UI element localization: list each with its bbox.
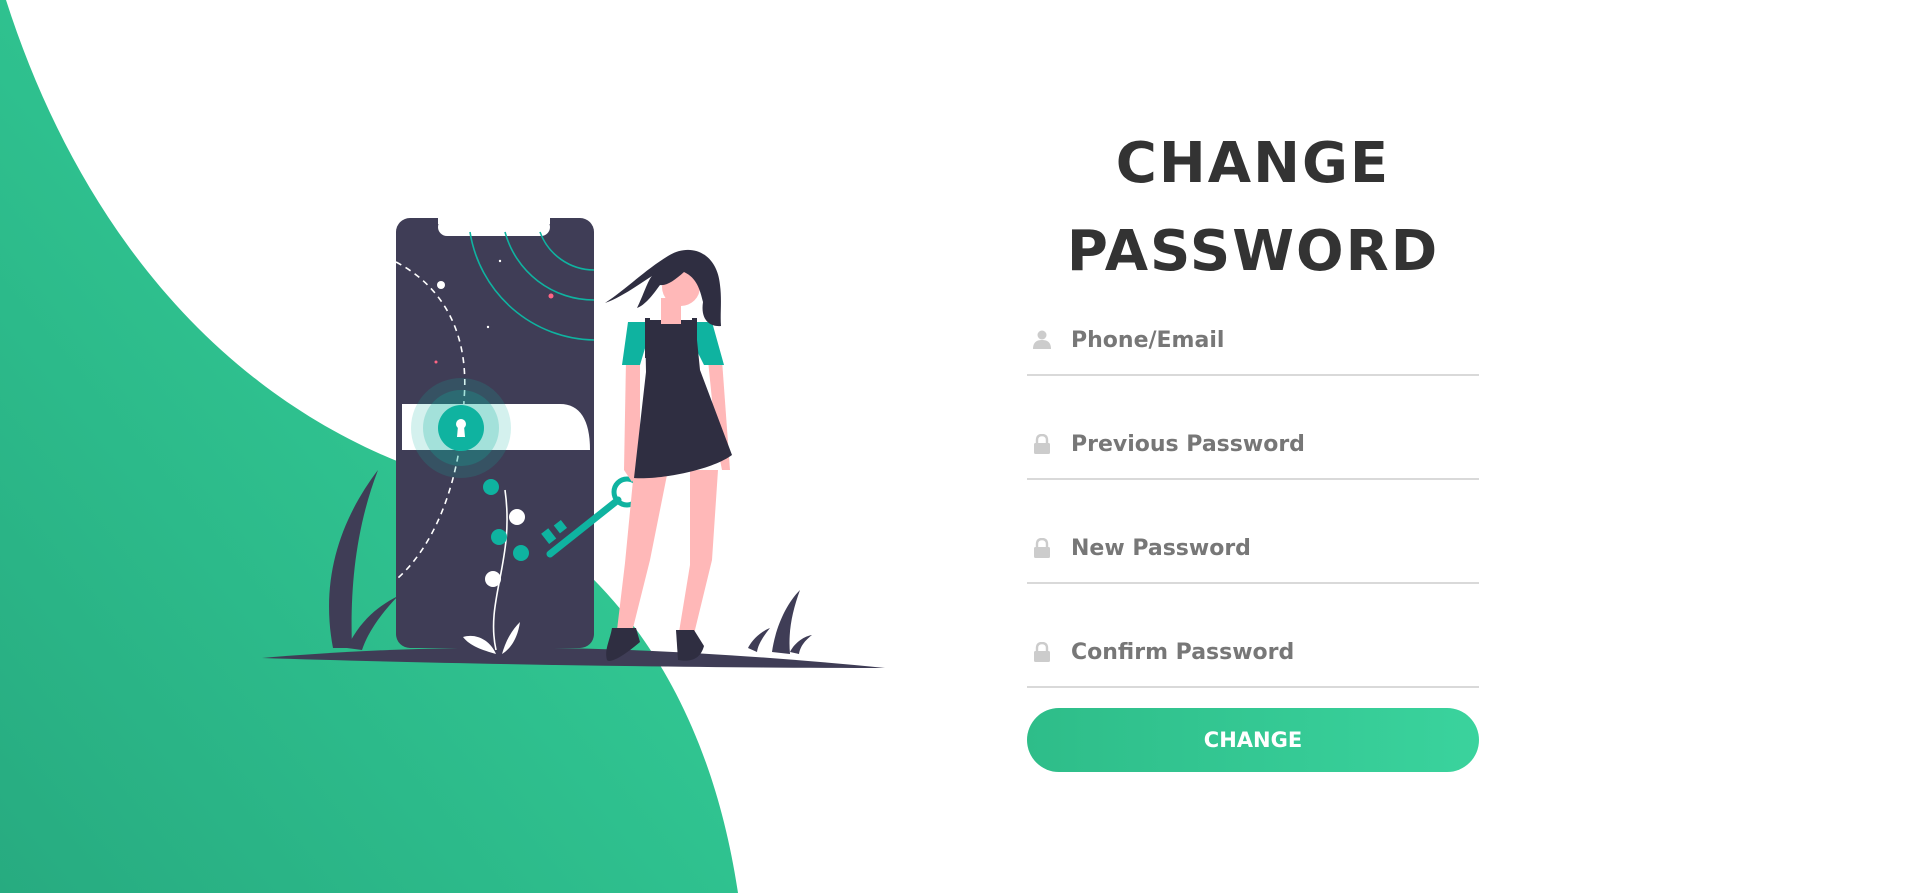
lock-icon bbox=[1034, 434, 1050, 454]
woman-illustration bbox=[605, 249, 732, 661]
previous-password-input[interactable] bbox=[1071, 431, 1451, 457]
change-button[interactable]: CHANGE bbox=[1027, 708, 1479, 772]
illustration bbox=[262, 214, 885, 668]
user-icon bbox=[1033, 330, 1051, 349]
lock-icon bbox=[1034, 538, 1050, 558]
phone-email-input[interactable] bbox=[1071, 327, 1451, 353]
new-password-field bbox=[1027, 514, 1479, 584]
lock-icon bbox=[1034, 642, 1050, 662]
change-password-form: CHANGE PASSWORD Phone/Email CHANGE bbox=[1027, 120, 1479, 772]
change-password-page: CHANGE PASSWORD Phone/Email CHANGE bbox=[0, 0, 1915, 893]
page-title: CHANGE PASSWORD bbox=[1027, 120, 1479, 296]
phone-email-field bbox=[1027, 306, 1479, 376]
title-line-1: CHANGE bbox=[1115, 131, 1391, 196]
previous-password-field bbox=[1027, 410, 1479, 480]
field-list bbox=[1027, 306, 1479, 688]
title-line-2: PASSWORD bbox=[1066, 219, 1440, 284]
confirm-password-field bbox=[1027, 618, 1479, 688]
confirm-password-input[interactable] bbox=[1071, 639, 1451, 665]
new-password-input[interactable] bbox=[1071, 535, 1451, 561]
